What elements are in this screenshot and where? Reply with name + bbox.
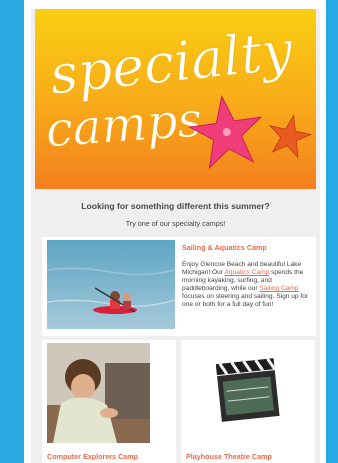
clapperboard-image <box>205 343 291 443</box>
sailing-camp-photo[interactable] <box>47 240 175 329</box>
sailing-camp-link[interactable]: Sailing Camp <box>259 285 298 292</box>
hero-artwork: specialty camps <box>35 9 316 189</box>
email-body: specialty camps Looking for something di… <box>31 9 320 463</box>
theatre-camp-title[interactable]: Playhouse Theatre Camp <box>186 452 314 461</box>
sailing-camp-card: Sailing & Aquatics Camp Enjoy Glencoe Be… <box>42 237 316 336</box>
hero-title-line2: camps <box>44 92 204 159</box>
kayak-image <box>47 240 175 329</box>
computer-camp-card: Computer Explorers Camp <box>42 340 176 463</box>
computer-camp-photo[interactable] <box>47 343 150 443</box>
intro-subline: Try one of our specialty camps! <box>125 219 226 228</box>
aquatics-camp-link[interactable]: Aquatics Camp <box>225 269 270 276</box>
computer-camp-title[interactable]: Computer Explorers Camp <box>47 452 175 461</box>
intro-headline: Looking for something different this sum… <box>81 201 270 211</box>
theatre-camp-card: Playhouse Theatre Camp <box>181 340 315 463</box>
theatre-camp-photo[interactable] <box>205 343 291 443</box>
child-computer-image <box>47 343 150 443</box>
hero-banner[interactable]: specialty camps <box>35 9 316 189</box>
sailing-camp-description: Enjoy Glencoe Beach and beautiful Lake M… <box>182 261 309 308</box>
sailing-camp-title[interactable]: Sailing & Aquatics Camp <box>182 243 312 252</box>
